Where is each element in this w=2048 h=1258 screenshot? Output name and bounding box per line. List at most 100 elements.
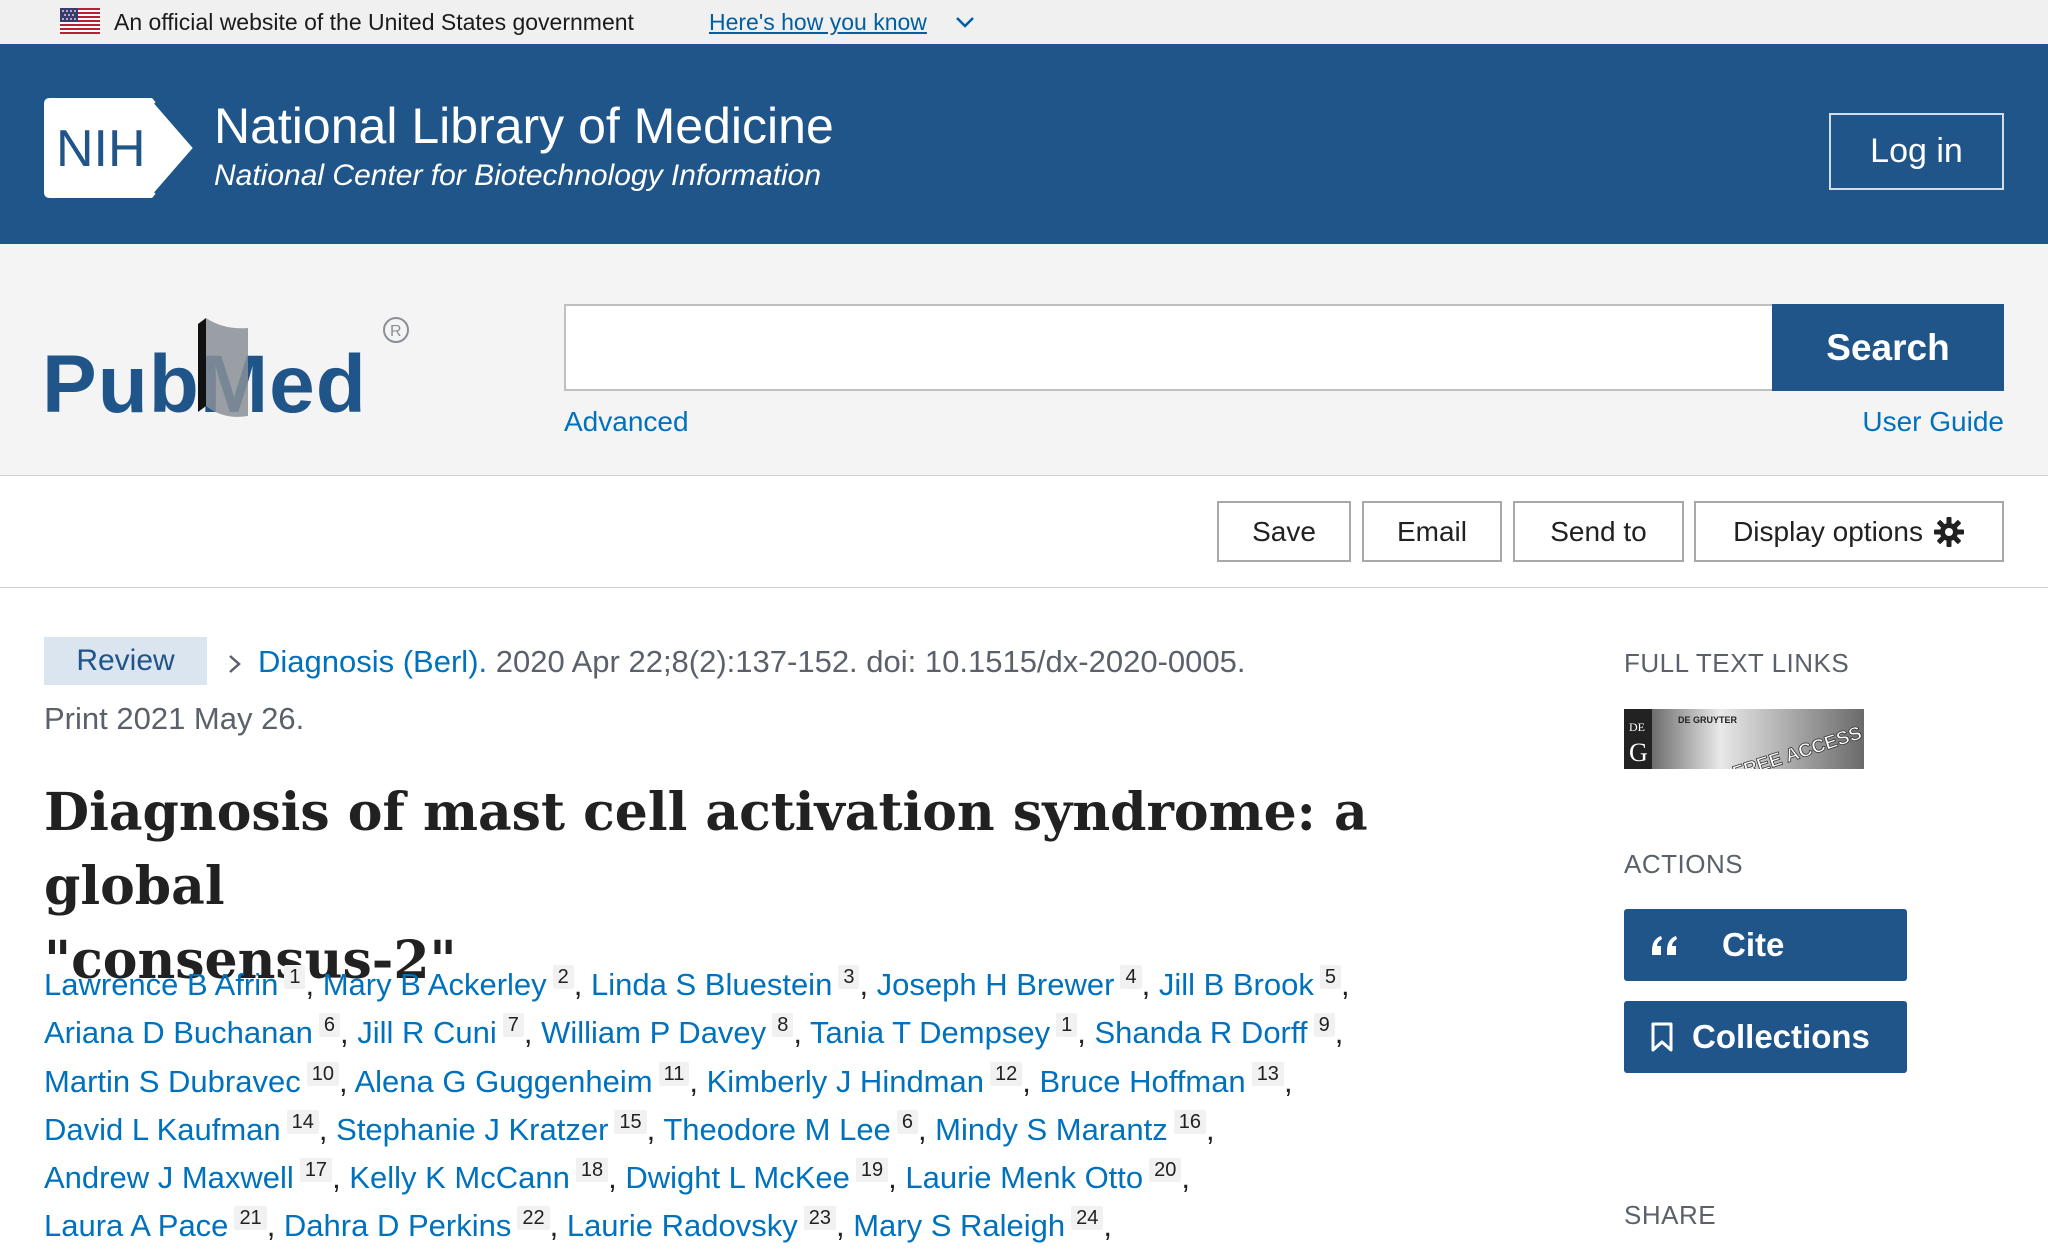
author-row: Ariana D Buchanan 6, Jill R Cuni 7, Willia… — [44, 1013, 1344, 1051]
svg-text:G: G — [1629, 738, 1648, 767]
nih-header: NIH National Library of Medicine Nationa… — [0, 44, 2048, 244]
author-list: Lawrence B Afrin 1, Mary B Ackerley 2, Lin… — [44, 961, 1514, 1251]
login-button[interactable]: Log in — [1829, 113, 2004, 190]
author-row: Andrew J Maxwell 17, Kelly K McCann 18, Dw… — [44, 1158, 1191, 1196]
display-options-label: Display options — [1733, 515, 1923, 547]
author-link[interactable]: Joseph H Brewer — [877, 967, 1115, 1002]
us-flag-icon — [60, 8, 100, 34]
user-guide-link[interactable]: User Guide — [1862, 404, 2004, 440]
email-button[interactable]: Email — [1362, 501, 1502, 562]
journal-citation: Diagnosis (Berl). 2020 Apr 22;8(2):137-1… — [226, 640, 1245, 684]
affiliation-number[interactable]: 8 — [772, 1013, 794, 1038]
review-badge: Review — [44, 637, 207, 685]
affiliation-number[interactable]: 20 — [1149, 1158, 1182, 1183]
affiliation-number[interactable]: 12 — [990, 1061, 1023, 1086]
affiliation-number[interactable]: 15 — [614, 1109, 647, 1134]
author-link[interactable]: Mary B Ackerley — [323, 967, 547, 1002]
author-link[interactable]: Alena G Guggenheim — [354, 1064, 652, 1099]
cite-button[interactable]: Cite — [1624, 909, 1907, 981]
de-gruyter-free-access-logo[interactable]: DE G DE GRUYTER FREE ACCESS — [1624, 709, 1864, 769]
author-link[interactable]: Andrew J Maxwell — [44, 1160, 294, 1195]
affiliation-number[interactable]: 1 — [284, 965, 306, 989]
ncbi-subtitle: National Center for Biotechnology Inform… — [214, 159, 822, 192]
author-link[interactable]: Tania T Dempsey — [810, 1015, 1050, 1050]
affiliation-number[interactable]: 22 — [517, 1206, 550, 1231]
advanced-search-link[interactable]: Advanced — [564, 404, 689, 440]
author-link[interactable]: Mary S Raleigh — [853, 1208, 1065, 1243]
affiliation-number[interactable]: 10 — [306, 1061, 339, 1086]
affiliation-number[interactable]: 17 — [299, 1158, 333, 1183]
author-link[interactable]: Martin S Dubravec — [44, 1064, 301, 1099]
affiliation-number[interactable]: 11 — [658, 1061, 690, 1086]
author-link[interactable]: Laurie Menk Otto — [905, 1160, 1143, 1195]
affiliation-number[interactable]: 3 — [838, 965, 860, 989]
action-bar: Save Email Send to Display options — [0, 476, 2048, 588]
journal-link[interactable]: Diagnosis (Berl). — [258, 644, 487, 679]
affiliation-number[interactable]: 16 — [1173, 1109, 1206, 1134]
author-row: Laura A Pace 21, Dahra D Perkins 22, Lauri… — [44, 1206, 1113, 1244]
search-button[interactable]: Search — [1772, 304, 2004, 391]
collections-button[interactable]: Collections — [1624, 1001, 1907, 1073]
de-gruyter-text: DE GRUYTER — [1678, 715, 1738, 725]
author-link[interactable]: Ariana D Buchanan — [44, 1015, 313, 1050]
heres-how-you-know-link[interactable]: Here's how you know — [709, 8, 927, 36]
affiliation-number[interactable]: 2 — [552, 965, 574, 989]
author-link[interactable]: William P Davey — [541, 1015, 766, 1050]
author-link[interactable]: Mindy S Marantz — [935, 1112, 1168, 1147]
author-link[interactable]: Bruce Hoffman — [1039, 1064, 1245, 1099]
author-link[interactable]: Linda S Bluestein — [591, 967, 832, 1002]
affiliation-number[interactable]: 23 — [803, 1206, 836, 1231]
save-button[interactable]: Save — [1217, 501, 1351, 562]
gear-icon — [1933, 516, 1964, 547]
gov-banner: An official website of the United States… — [0, 0, 2048, 44]
author-link[interactable]: Lawrence B Afrin — [44, 967, 278, 1002]
print-date: Print 2021 May 26. — [44, 701, 305, 736]
gov-banner-text: An official website of the United States… — [114, 9, 634, 35]
affiliation-number[interactable]: 1 — [1056, 1013, 1078, 1038]
author-link[interactable]: Dwight L McKee — [625, 1160, 850, 1195]
display-options-button[interactable]: Display options — [1694, 501, 2004, 562]
author-link[interactable]: Stephanie J Kratzer — [336, 1112, 608, 1147]
pubmed-logo[interactable]: PubMed R — [40, 294, 410, 424]
author-row: Martin S Dubravec 10, Alena G Guggenheim 1… — [44, 1061, 1293, 1099]
bookmark-icon — [1651, 1022, 1673, 1052]
full-text-links-heading: FULL TEXT LINKS — [1624, 648, 1850, 678]
affiliation-number[interactable]: 4 — [1120, 965, 1142, 989]
author-link[interactable]: Laura A Pace — [44, 1208, 228, 1243]
search-input[interactable] — [564, 304, 1774, 391]
affiliation-number[interactable]: 7 — [502, 1013, 524, 1038]
affiliation-number[interactable]: 14 — [286, 1109, 319, 1134]
author-link[interactable]: Laurie Radovsky — [567, 1208, 798, 1243]
author-link[interactable]: Kelly K McCann — [349, 1160, 570, 1195]
chevron-down-icon[interactable] — [954, 14, 976, 30]
search-region: PubMed R Search Advanced User Guide — [0, 244, 2048, 476]
author-link[interactable]: Jill R Cuni — [357, 1015, 497, 1050]
author-row: David L Kaufman 14, Stephanie J Kratzer 15… — [44, 1109, 1215, 1147]
affiliation-number[interactable]: 24 — [1071, 1206, 1104, 1231]
svg-text:R: R — [390, 323, 402, 340]
quote-icon — [1652, 936, 1677, 955]
cite-label: Cite — [1722, 926, 1785, 963]
actions-heading: ACTIONS — [1624, 849, 1744, 879]
affiliation-number[interactable]: 18 — [575, 1158, 609, 1183]
affiliation-number[interactable]: 6 — [318, 1013, 340, 1038]
author-link[interactable]: David L Kaufman — [44, 1112, 281, 1147]
author-link[interactable]: Dahra D Perkins — [284, 1208, 511, 1243]
share-heading: SHARE — [1624, 1200, 1717, 1230]
svg-text:DE: DE — [1629, 720, 1645, 734]
affiliation-number[interactable]: 13 — [1251, 1061, 1284, 1086]
article-title-line: Diagnosis of mast cell activation syndro… — [44, 782, 1368, 917]
affiliation-number[interactable]: 9 — [1313, 1013, 1335, 1038]
nlm-title[interactable]: National Library of Medicine — [214, 96, 834, 156]
author-link[interactable]: Theodore M Lee — [663, 1112, 890, 1147]
affiliation-number[interactable]: 5 — [1319, 965, 1341, 989]
author-link[interactable]: Shanda R Dorff — [1094, 1015, 1307, 1050]
affiliation-number[interactable]: 21 — [234, 1206, 267, 1231]
affiliation-number[interactable]: 6 — [896, 1109, 918, 1134]
affiliation-number[interactable]: 19 — [855, 1158, 889, 1183]
send-to-button[interactable]: Send to — [1513, 501, 1684, 562]
author-link[interactable]: Jill B Brook — [1159, 967, 1314, 1002]
nih-logo[interactable]: NIH — [44, 98, 200, 198]
author-link[interactable]: Kimberly J Hindman — [707, 1064, 984, 1099]
chevron-right-icon — [229, 654, 241, 673]
